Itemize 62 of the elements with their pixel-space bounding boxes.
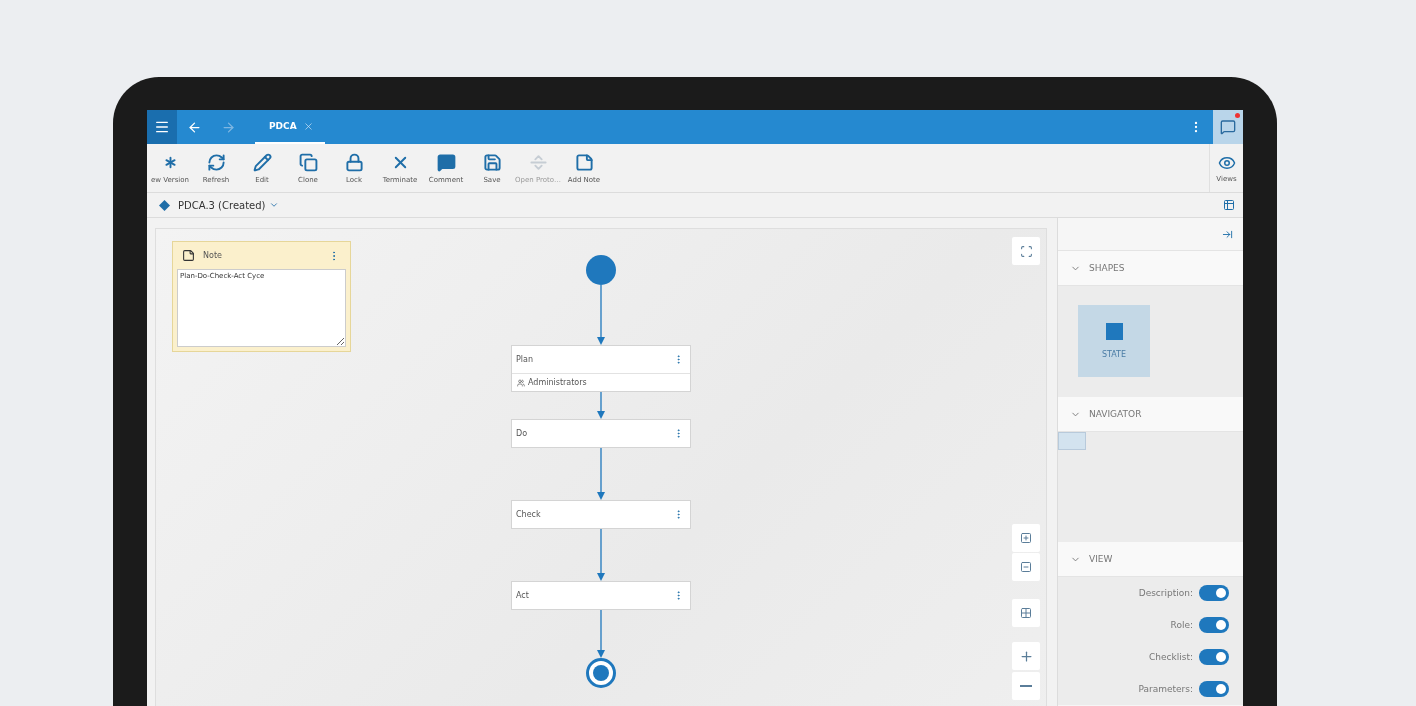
fit-button[interactable]	[1012, 599, 1040, 627]
save-icon	[482, 152, 502, 172]
note-icon	[182, 249, 195, 262]
pencil-icon	[252, 152, 272, 172]
split-icon	[528, 152, 548, 172]
connector-arrow	[597, 392, 605, 419]
navigator-thumbnail[interactable]	[1058, 432, 1086, 450]
end-node	[586, 658, 616, 688]
state-label: Plan	[516, 355, 534, 364]
connector-arrow	[597, 285, 605, 345]
plus-square-icon	[1020, 532, 1032, 544]
fullscreen-icon	[1019, 244, 1033, 258]
lock-icon	[344, 152, 364, 172]
toggle-switch[interactable]	[1199, 585, 1229, 601]
connector-arrow	[597, 610, 605, 658]
expand-button[interactable]	[1012, 524, 1040, 552]
note-icon	[574, 152, 594, 172]
state-node[interactable]: Check	[511, 500, 691, 529]
toggle-label: Checklist:	[1149, 652, 1193, 662]
caret-icon	[268, 200, 279, 210]
menu-icon	[154, 119, 170, 135]
collapse-panel-icon[interactable]	[1222, 228, 1233, 240]
speech-bubble-icon	[1220, 119, 1236, 135]
plus-icon	[1018, 648, 1034, 664]
state-label: Check	[516, 510, 541, 519]
zoom-in-button[interactable]	[1012, 642, 1040, 670]
toggle-switch[interactable]	[1199, 617, 1229, 633]
toggle-label: Parameters:	[1138, 684, 1193, 694]
toggle-switch[interactable]	[1199, 649, 1229, 665]
document-tab[interactable]: PDCA	[255, 110, 325, 144]
close-icon[interactable]	[302, 120, 314, 132]
start-node	[586, 255, 616, 285]
arrow-right-icon	[220, 119, 236, 135]
table-icon[interactable]	[1223, 199, 1235, 211]
refresh-icon	[206, 152, 226, 172]
zoom-out-button[interactable]	[1012, 672, 1040, 700]
connector-arrow	[597, 448, 605, 500]
toggle-label: Description:	[1138, 588, 1193, 598]
state-node[interactable]: Plan Administrators	[511, 345, 691, 392]
minus-square-icon	[1020, 561, 1032, 573]
speech-bubble-icon	[436, 152, 456, 172]
note-title: Note	[203, 251, 223, 260]
diamond-icon	[159, 199, 170, 211]
notification-dot	[1235, 113, 1240, 118]
collapse-button[interactable]	[1012, 553, 1040, 581]
role-label: Administrators	[512, 373, 690, 391]
chat-button[interactable]	[1213, 110, 1243, 144]
version-dropdown[interactable]: PDCA.3 (Created)	[178, 199, 279, 211]
fullscreen-button[interactable]	[1012, 237, 1040, 265]
state-label: Act	[516, 591, 529, 600]
square-icon	[1105, 323, 1123, 340]
users-icon	[517, 378, 525, 387]
state-node[interactable]: Act	[511, 581, 691, 610]
state-label: Do	[516, 429, 528, 438]
toggle-switch[interactable]	[1199, 681, 1229, 697]
toggle-label: Role:	[1170, 620, 1193, 630]
state-node[interactable]: Do	[511, 419, 691, 448]
menu-button[interactable]	[147, 110, 177, 144]
grid-icon	[1020, 607, 1032, 619]
copy-icon	[298, 152, 318, 172]
minus-icon	[1020, 685, 1032, 687]
connector-arrow	[597, 529, 605, 581]
